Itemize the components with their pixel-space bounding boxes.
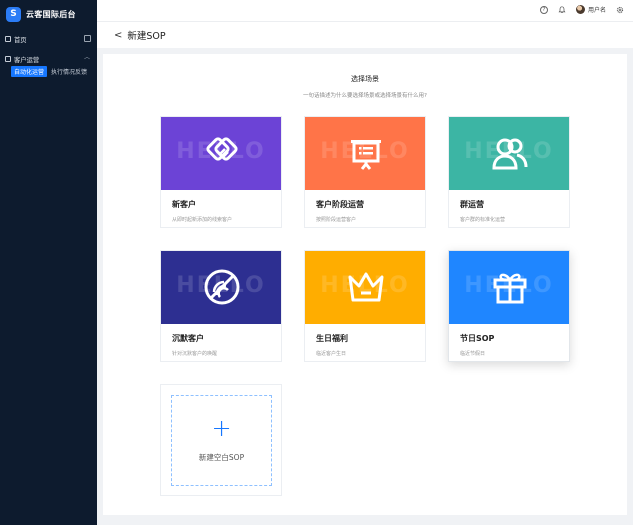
sidebar-subitem-execution-feedback[interactable]: 执行情况反馈 [51,67,87,76]
presentation-board-icon [351,140,381,170]
back-icon[interactable]: < [114,30,122,41]
scene-card-birthday[interactable]: HELLO 生日福利 临近客户生日 [304,250,426,362]
new-blank-sop-label: 新建空白SOP [198,453,245,462]
scene-card-group-ops[interactable]: HELLO 群运营 客户群的标准化运营 [448,116,570,228]
scene-card-customer-stage[interactable]: HELLO 客户阶段运营 按照阶段运营客户 [304,116,426,228]
top-header: ? 用户名 [97,0,633,22]
scene-banner: HELLO [161,117,281,190]
scene-banner: HELLO [449,117,569,190]
scene-card-holiday-sop[interactable]: HELLO 节日SOP 临近节假日 [448,250,570,362]
scene-selection-panel: 选择场景 一句话描述为什么要选择场景或选择场景有什么用? HELLO 新客户 从… [103,54,627,515]
scene-description: 从即时起新添加的线索客户 [172,217,233,223]
scene-card-new-customer[interactable]: HELLO 新客户 从即时起新添加的线索客户 [160,116,282,228]
scene-card-silent-customer[interactable]: HELLO 沉默客户 针对沉默客户的唤醒 [160,250,282,362]
bell-icon[interactable] [558,5,566,14]
gear-icon[interactable] [616,6,624,14]
collapse-icon[interactable] [84,35,91,42]
help-icon[interactable]: ? [539,5,548,14]
chevron-up-icon: ︿ [83,54,90,61]
scene-name: 节日SOP [460,334,495,343]
page-header: < 新建SOP [97,22,633,48]
sidebar-item-home[interactable]: 首页 [0,32,97,46]
user-menu[interactable]: 用户名 [575,5,606,14]
scene-description: 客户群的标准化运营 [460,217,506,223]
scene-banner: HELLO [305,117,425,190]
sidebar-item-label: 客户运营 [14,56,40,64]
user-group-icon [492,138,528,170]
handshake-icon [206,137,238,161]
scene-description: 临近客户生日 [316,351,347,357]
gift-icon [493,273,527,304]
scene-name: 新客户 [172,200,196,209]
scene-banner: HELLO [161,251,281,324]
sidebar-item-label: 首页 [14,36,27,44]
scene-name: 客户阶段运营 [316,200,364,209]
scene-banner: HELLO [449,251,569,324]
app-name: 云客国际后台 [26,9,76,19]
sidebar-item-customer-ops[interactable]: 客户运营 ︿ [0,52,97,66]
new-blank-sop-card: + 新建空白SOP [160,384,282,496]
sidebar-subitem-auto-ops[interactable]: 自动化运营 [11,66,48,77]
brand[interactable]: S 云客国际后台 [0,0,97,28]
customer-ops-icon [5,56,11,62]
home-icon [5,36,11,42]
scene-banner: HELLO [305,251,425,324]
no-signal-icon [204,269,240,305]
app-logo: S [6,6,21,22]
plus-icon: + [211,414,232,442]
scene-name: 生日福利 [316,334,348,343]
avatar [575,5,585,14]
crown-icon [348,272,384,302]
scene-description: 按照阶段运营客户 [316,217,357,223]
new-blank-sop-button[interactable]: + 新建空白SOP [171,395,272,486]
section-title: 选择场景 [351,75,379,83]
scene-name: 群运营 [460,200,484,209]
user-name: 用户名 [587,7,606,14]
section-subtitle: 一句话描述为什么要选择场景或选择场景有什么用? [303,93,427,99]
page-title: 新建SOP [127,31,166,42]
sidebar: S 云客国际后台 首页 客户运营 ︿ 自动化运营 执行情况反馈 [0,0,97,525]
scene-description: 针对沉默客户的唤醒 [172,351,218,357]
scene-description: 临近节假日 [460,351,486,357]
scene-name: 沉默客户 [172,334,204,343]
